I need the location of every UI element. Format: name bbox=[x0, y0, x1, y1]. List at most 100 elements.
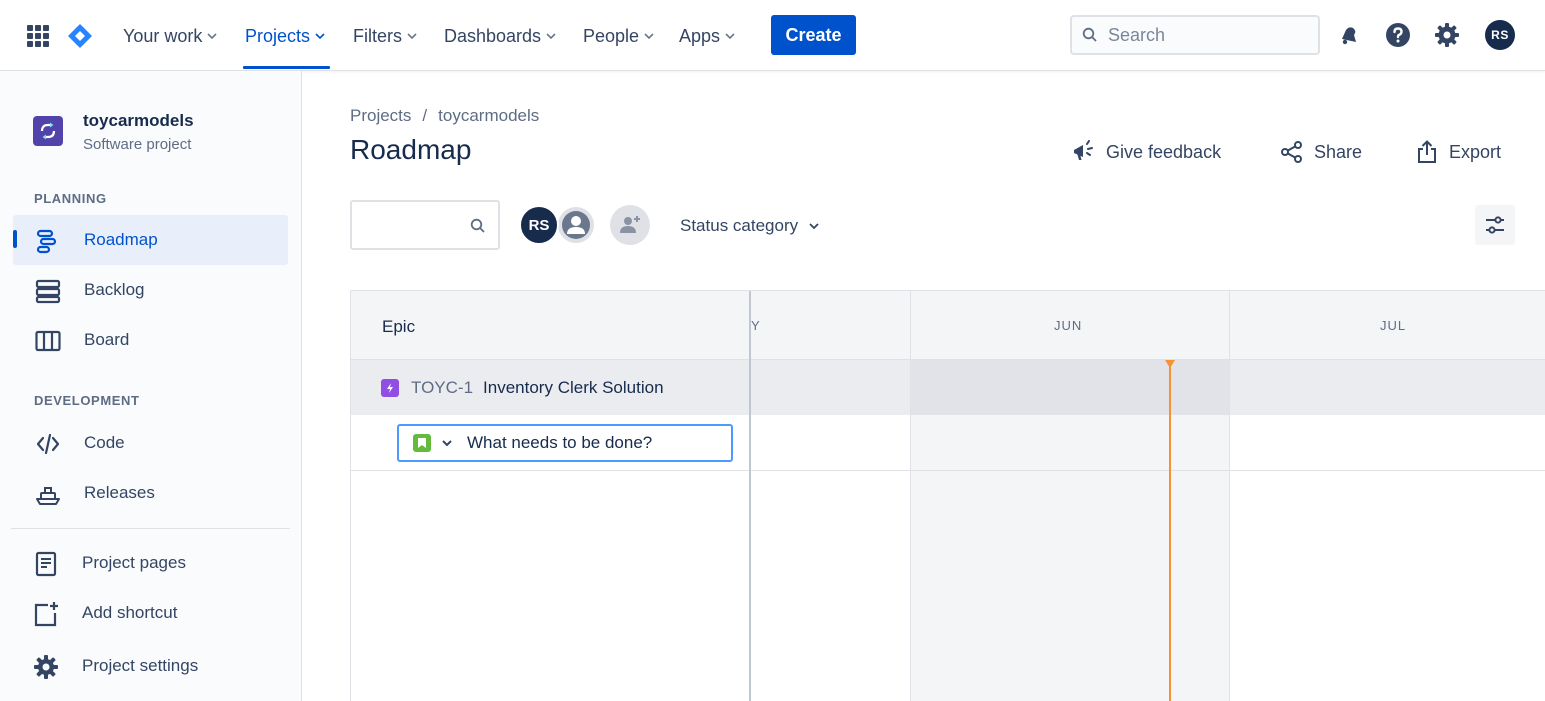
sidebar-item-roadmap[interactable]: Roadmap bbox=[13, 215, 288, 265]
nav-people-label: People bbox=[583, 25, 640, 46]
month-header-may: Y bbox=[751, 291, 910, 360]
chevron-down-icon[interactable] bbox=[441, 437, 453, 449]
global-search-input[interactable] bbox=[1108, 24, 1298, 46]
project-pages-icon bbox=[35, 551, 57, 577]
breadcrumb-project[interactable]: toycarmodels bbox=[438, 106, 539, 126]
nav-apps[interactable]: Apps bbox=[679, 24, 736, 48]
epic-column-divider[interactable] bbox=[749, 291, 751, 701]
megaphone-icon bbox=[1074, 140, 1093, 160]
sidebar-item-roadmap-label: Roadmap bbox=[84, 230, 158, 249]
sidebar-item-project-pages[interactable]: Project pages bbox=[13, 538, 288, 588]
project-avatar[interactable] bbox=[33, 116, 63, 146]
month-label-may: Y bbox=[751, 318, 761, 333]
sidebar-item-board[interactable]: Board bbox=[13, 315, 288, 365]
development-heading: DEVELOPMENT bbox=[34, 393, 140, 408]
chevron-down-icon bbox=[546, 33, 556, 40]
project-sidebar: toycarmodels Software project PLANNING R… bbox=[0, 71, 302, 701]
epic-summary: Inventory Clerk Solution bbox=[483, 378, 664, 397]
epic-row[interactable]: TOYC-1 Inventory Clerk Solution bbox=[381, 378, 664, 398]
add-person-icon bbox=[620, 216, 640, 233]
settings-icon[interactable] bbox=[1434, 22, 1460, 48]
breadcrumb-projects[interactable]: Projects bbox=[350, 106, 411, 126]
sidebar-item-board-label: Board bbox=[84, 330, 130, 349]
month-label-jul: JUL bbox=[1380, 318, 1407, 333]
sidebar-item-releases[interactable]: Releases bbox=[13, 468, 288, 518]
project-avatar-icon bbox=[40, 122, 56, 140]
create-issue-input[interactable] bbox=[467, 433, 707, 453]
top-navigation: Your work Projects Filters Dashboards Pe… bbox=[0, 0, 1545, 71]
jira-logo-icon[interactable] bbox=[66, 22, 94, 50]
share-label: Share bbox=[1314, 141, 1363, 162]
gear-icon bbox=[34, 655, 58, 679]
epic-row-month-shade bbox=[910, 360, 1229, 415]
board-icon bbox=[35, 330, 61, 352]
user-silhouette-icon bbox=[562, 211, 590, 239]
nav-filters[interactable]: Filters bbox=[353, 24, 418, 48]
nav-projects[interactable]: Projects bbox=[245, 24, 326, 48]
epic-icon bbox=[381, 379, 399, 397]
chevron-down-icon bbox=[315, 33, 325, 40]
month-gridline bbox=[910, 291, 911, 701]
sidebar-item-code[interactable]: Code bbox=[13, 418, 288, 468]
sidebar-item-add-shortcut-label: Add shortcut bbox=[82, 603, 178, 622]
give-feedback-label: Give feedback bbox=[1106, 141, 1222, 162]
chevron-down-icon bbox=[809, 223, 819, 230]
create-row-divider bbox=[351, 470, 1545, 471]
nav-people[interactable]: People bbox=[583, 24, 655, 48]
chevron-down-icon bbox=[725, 33, 735, 40]
roadmap-icon bbox=[36, 229, 57, 254]
breadcrumb-separator: / bbox=[422, 106, 428, 125]
roadmap-timeline: Epic Y JUN JUL TOYC-1 Inventory Clerk So… bbox=[350, 290, 1545, 701]
epic-column-header: Epic bbox=[351, 291, 749, 360]
nav-dashboards-label: Dashboards bbox=[444, 25, 542, 46]
planning-heading: PLANNING bbox=[34, 191, 107, 206]
help-icon[interactable] bbox=[1385, 22, 1411, 48]
story-icon bbox=[413, 434, 431, 452]
project-name: toycarmodels bbox=[83, 111, 194, 130]
global-search[interactable] bbox=[1070, 15, 1320, 55]
create-issue-field[interactable] bbox=[397, 424, 733, 462]
sidebar-item-project-settings[interactable]: Project settings bbox=[13, 641, 288, 691]
nav-your-work[interactable]: Your work bbox=[123, 24, 218, 48]
sidebar-item-code-label: Code bbox=[84, 433, 125, 452]
active-nav-indicator bbox=[243, 66, 330, 69]
chevron-down-icon bbox=[407, 33, 417, 40]
export-label: Export bbox=[1449, 141, 1502, 162]
app-switcher-icon[interactable] bbox=[27, 25, 49, 47]
roadmap-search-input[interactable] bbox=[350, 200, 500, 250]
add-people-button[interactable] bbox=[610, 205, 650, 245]
sidebar-item-backlog-label: Backlog bbox=[84, 280, 145, 299]
view-settings-button[interactable] bbox=[1475, 205, 1515, 245]
today-line bbox=[1169, 363, 1171, 701]
search-icon bbox=[470, 218, 485, 233]
status-category-dropdown[interactable]: Status category bbox=[680, 216, 820, 236]
epic-key: TOYC-1 bbox=[411, 378, 474, 397]
chevron-down-icon bbox=[207, 33, 217, 40]
assignee-avatar[interactable]: RS bbox=[519, 205, 559, 245]
share-button[interactable]: Share bbox=[1280, 138, 1362, 166]
nav-dashboards[interactable]: Dashboards bbox=[444, 24, 557, 48]
export-icon bbox=[1418, 140, 1436, 163]
sidebar-item-releases-label: Releases bbox=[84, 483, 155, 502]
selected-indicator bbox=[13, 230, 17, 248]
sidebar-item-add-shortcut[interactable]: Add shortcut bbox=[13, 588, 288, 638]
sidebar-item-backlog[interactable]: Backlog bbox=[13, 265, 288, 315]
nav-projects-label: Projects bbox=[245, 25, 311, 46]
user-avatar[interactable]: RS bbox=[1485, 20, 1515, 50]
status-category-label: Status category bbox=[680, 216, 799, 235]
breadcrumb: Projects / toycarmodels bbox=[350, 106, 539, 126]
unassigned-avatar[interactable] bbox=[556, 205, 596, 245]
create-button[interactable]: Create bbox=[771, 15, 856, 55]
export-button[interactable]: Export bbox=[1415, 138, 1501, 166]
project-type: Software project bbox=[83, 136, 192, 153]
page-title: Roadmap bbox=[350, 134, 472, 165]
search-icon bbox=[1082, 27, 1097, 42]
backlog-icon bbox=[35, 279, 61, 304]
notifications-icon[interactable] bbox=[1336, 22, 1362, 48]
nav-your-work-label: Your work bbox=[123, 25, 203, 46]
give-feedback-button[interactable]: Give feedback bbox=[1072, 138, 1221, 166]
code-icon bbox=[36, 433, 60, 455]
sidebar-item-project-pages-label: Project pages bbox=[82, 553, 186, 572]
month-header-jun: JUN bbox=[910, 291, 1229, 360]
sidebar-divider bbox=[11, 528, 290, 529]
